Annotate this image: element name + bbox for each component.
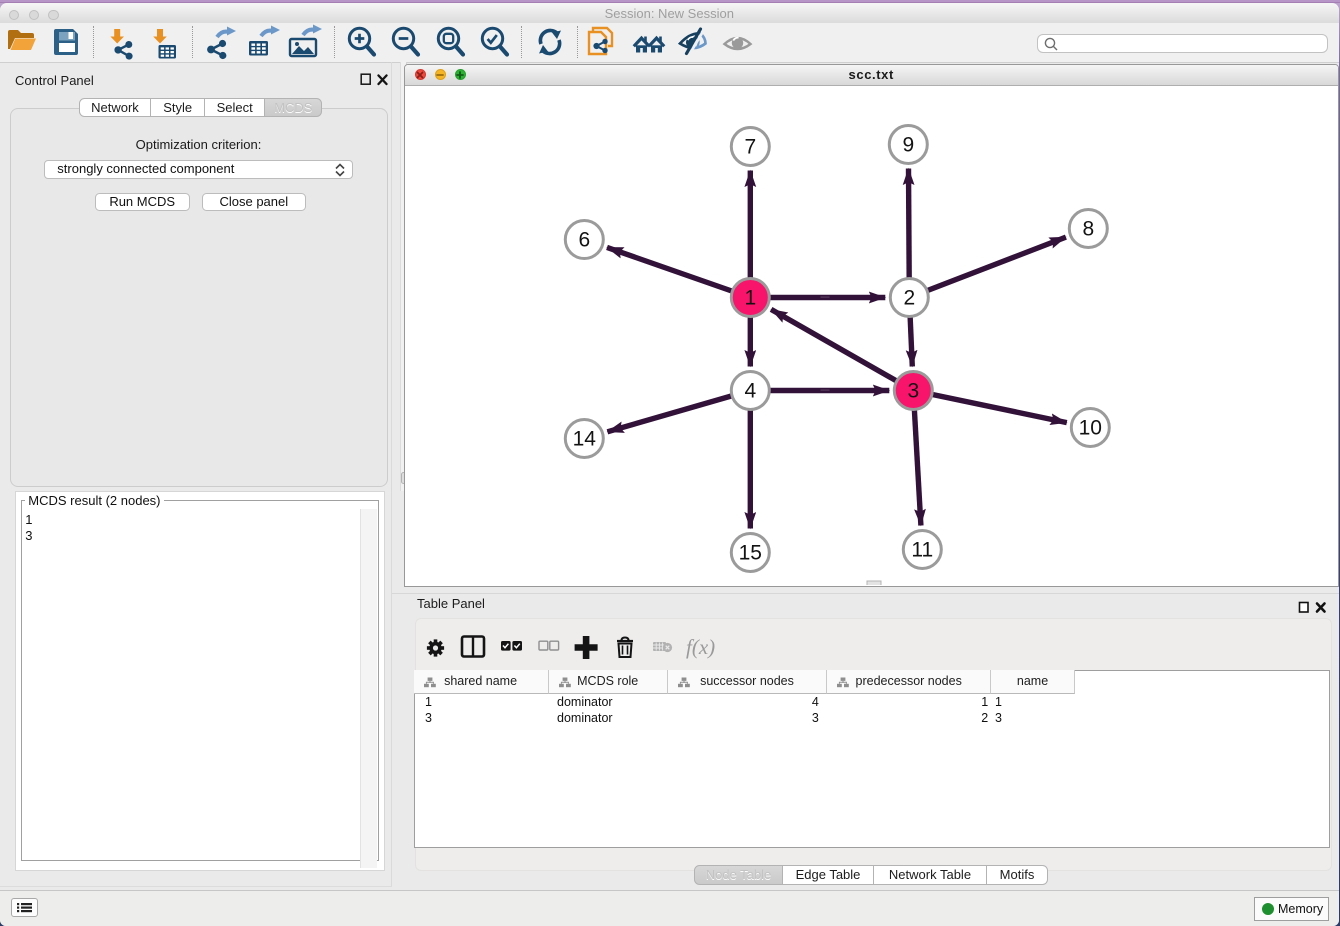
- svg-text:7: 7: [744, 135, 756, 158]
- svg-text:4: 4: [744, 379, 756, 402]
- svg-text:14: 14: [572, 427, 596, 450]
- svg-text:2: 2: [903, 286, 915, 309]
- svg-text:8: 8: [1082, 217, 1094, 240]
- svg-text:3: 3: [907, 379, 919, 402]
- svg-text:f(x): f(x): [686, 635, 715, 659]
- svg-text:9: 9: [902, 133, 914, 156]
- svg-text:10: 10: [1078, 416, 1101, 439]
- svg-text:11: 11: [911, 538, 933, 561]
- svg-text:1: 1: [744, 286, 756, 309]
- svg-text:6: 6: [578, 228, 590, 251]
- svg-text:15: 15: [738, 541, 761, 564]
